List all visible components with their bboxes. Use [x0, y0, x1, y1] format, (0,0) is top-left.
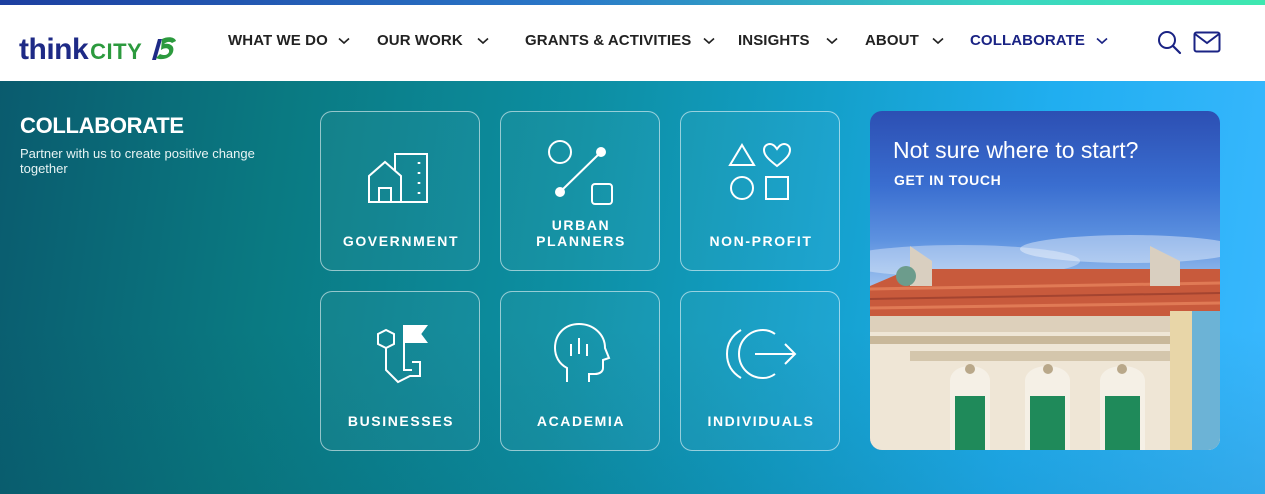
card-businesses[interactable]: BUSINESSES [320, 291, 480, 451]
logo-text-city: CITY [90, 39, 143, 64]
nav-label: INSIGHTS [738, 32, 810, 49]
collaborate-mega-menu: COLLABORATE Partner with us to create po… [0, 81, 1265, 494]
card-academia[interactable]: ACADEMIA [500, 291, 660, 451]
non-profit-shapes-icon [681, 112, 841, 222]
nav-label: ABOUT [865, 32, 919, 49]
businesses-flag-icon [321, 292, 481, 402]
card-non-profit[interactable]: NON-PROFIT [680, 111, 840, 271]
card-label: BUSINESSES [347, 413, 455, 429]
card-label-line1: URBAN [551, 217, 611, 233]
get-in-touch-link[interactable]: GET IN TOUCH [894, 172, 1001, 188]
mail-icon[interactable] [1193, 31, 1221, 53]
logo-15-mark-icon [152, 37, 177, 60]
card-individuals[interactable]: INDIVIDUALS [680, 291, 840, 451]
nav-collaborate[interactable]: COLLABORATE [970, 32, 1108, 49]
chevron-down-icon [338, 37, 350, 44]
nav-our-work[interactable]: OUR WORK [377, 32, 489, 49]
nav-label: OUR WORK [377, 32, 463, 49]
promo-title: Not sure where to start? [893, 137, 1139, 163]
card-label: INDIVIDUALS [707, 413, 815, 429]
search-icon[interactable] [1156, 29, 1182, 55]
promo-get-in-touch-card[interactable]: Not sure where to start? GET IN TOUCH [870, 111, 1220, 450]
nav-label: WHAT WE DO [228, 32, 328, 49]
card-label: GOVERNMENT [342, 233, 460, 249]
section-subtitle: Partner with us to create positive chang… [20, 146, 255, 176]
academia-head-icon [501, 292, 661, 402]
chevron-down-icon [932, 37, 944, 44]
chevron-down-icon [477, 37, 489, 44]
chevron-down-icon [826, 37, 838, 44]
individuals-arrow-icon [681, 292, 841, 402]
card-label-line2: PLANNERS [536, 233, 626, 249]
nav-about[interactable]: ABOUT [865, 32, 944, 49]
nav-label: COLLABORATE [970, 32, 1085, 49]
urban-planners-icon [501, 112, 661, 222]
chevron-down-icon [703, 37, 715, 44]
nav-label: GRANTS & ACTIVITIES [525, 32, 692, 49]
chevron-down-icon [1096, 37, 1108, 44]
section-title: COLLABORATE [20, 113, 184, 138]
nav-what-we-do[interactable]: WHAT WE DO [228, 32, 350, 49]
nav-grants-activities[interactable]: GRANTS & ACTIVITIES [525, 32, 715, 49]
card-label: ACADEMIA [536, 413, 626, 429]
nav-insights[interactable]: INSIGHTS [738, 32, 838, 49]
site-header: think CITY WHAT WE DO OUR WORK GRANTS & … [0, 5, 1265, 81]
card-urban-planners[interactable]: URBAN PLANNERS [500, 111, 660, 271]
card-government[interactable]: GOVERNMENT [320, 111, 480, 271]
logo-text-think: think [19, 33, 89, 66]
thinkcity-logo[interactable]: think CITY [19, 25, 178, 65]
government-buildings-icon [321, 112, 481, 222]
card-label: NON-PROFIT [709, 233, 813, 249]
